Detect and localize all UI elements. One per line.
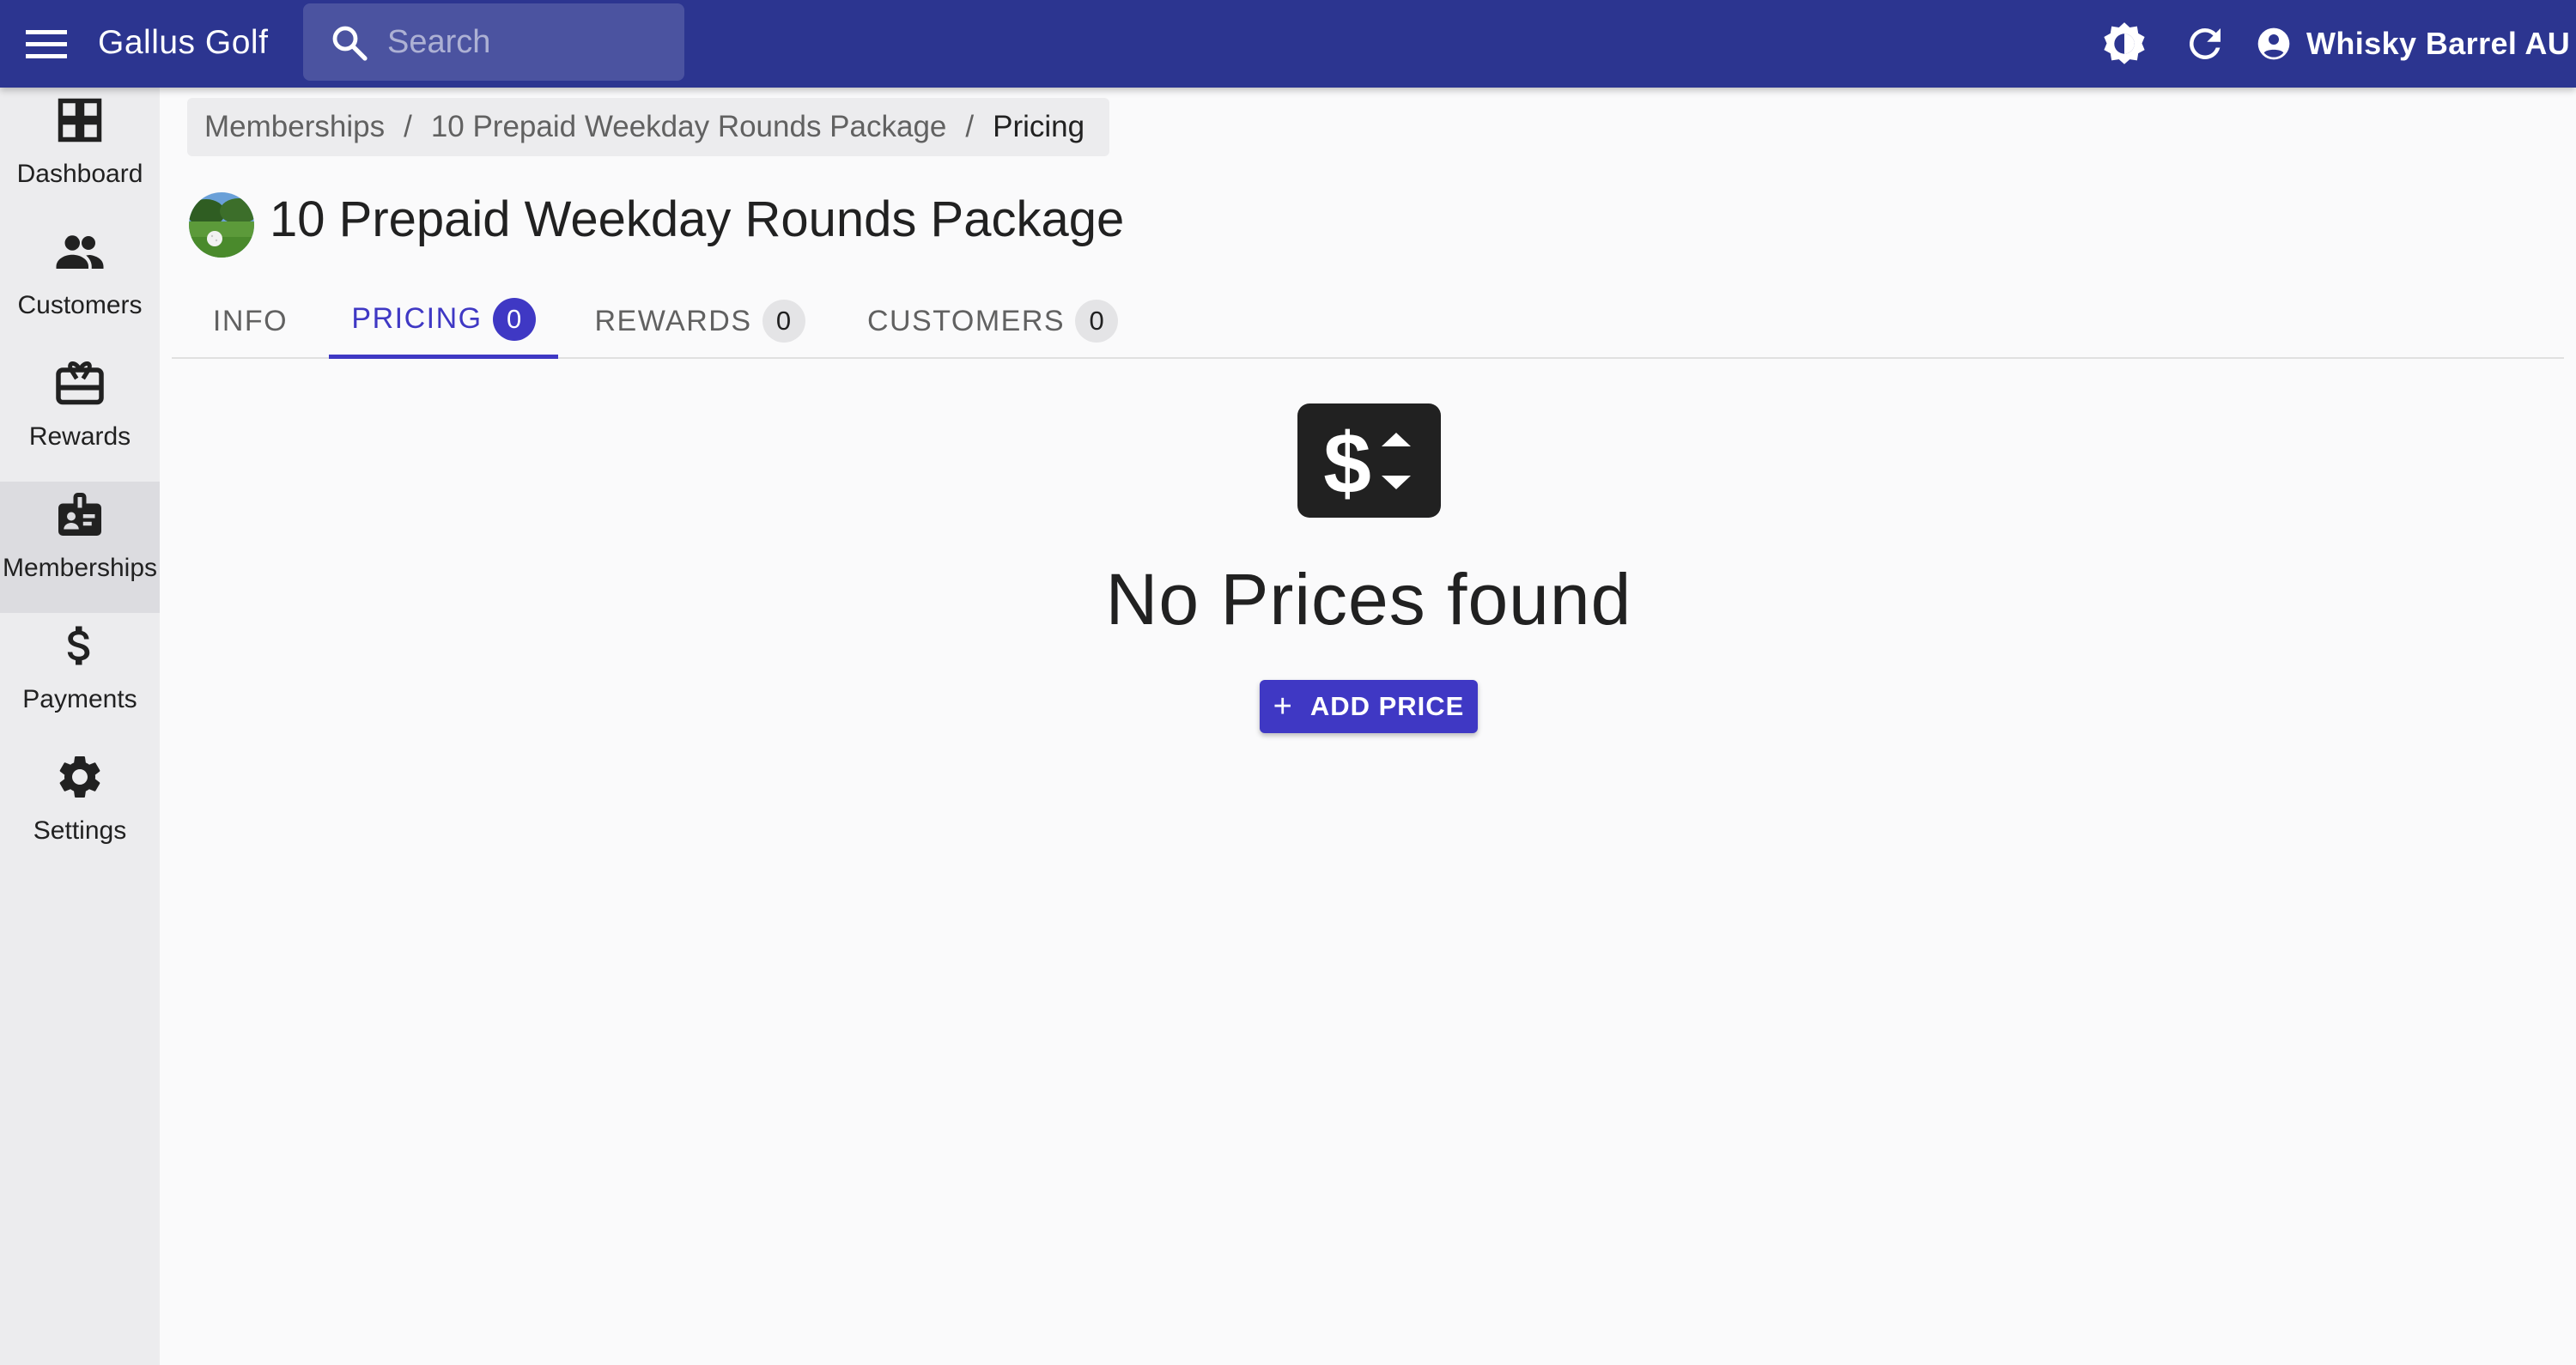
breadcrumb-link-package[interactable]: 10 Prepaid Weekday Rounds Package — [431, 110, 947, 144]
golf-course-image — [189, 192, 254, 258]
account-name: Whisky Barrel AU — [2306, 26, 2571, 61]
app-title: Gallus Golf — [98, 24, 269, 61]
breadcrumb-current: Pricing — [993, 110, 1085, 143]
people-icon — [56, 235, 104, 269]
page-title: 10 Prepaid Weekday Rounds Package — [270, 191, 1125, 247]
tab-pricing[interactable]: PRICING 0 — [329, 283, 558, 359]
tab-bar: INFO PRICING 0 REWARDS 0 CUSTOMERS 0 — [172, 283, 2564, 359]
svg-text:$: $ — [1323, 416, 1371, 512]
app-bar: Gallus Golf Whisky Barrel AU — [0, 0, 2576, 88]
rewards-count-badge: 0 — [762, 300, 805, 343]
tab-label: CUSTOMERS — [866, 304, 1066, 337]
refresh-icon[interactable] — [2182, 21, 2228, 67]
tab-label: INFO — [212, 304, 289, 337]
search-input[interactable] — [387, 3, 671, 81]
sidebar-item-label: Dashboard — [16, 160, 143, 188]
sidebar-item-label: Memberships — [2, 554, 158, 582]
tab-label: PRICING — [351, 302, 483, 335]
tab-rewards[interactable]: REWARDS 0 — [571, 283, 829, 359]
sidebar: Dashboard Customers Rewards Memberships — [0, 88, 160, 1365]
sidebar-item-label: Settings — [33, 816, 127, 845]
add-price-button[interactable]: + ADD PRICE — [1260, 680, 1478, 733]
gear-icon — [59, 756, 100, 798]
breadcrumb: Memberships / 10 Prepaid Weekday Rounds … — [187, 98, 1109, 156]
gift-card-icon — [56, 361, 104, 405]
sidebar-item-label: Payments — [22, 685, 137, 713]
pricing-count-badge: 0 — [492, 297, 536, 341]
sidebar-item-dashboard[interactable]: Dashboard — [0, 88, 160, 219]
price-change-icon: $ — [1297, 403, 1441, 518]
menu-button[interactable] — [24, 23, 69, 64]
add-price-label: ADD PRICE — [1309, 691, 1465, 721]
dollar-icon — [67, 626, 90, 665]
empty-state-message: No Prices found — [1105, 559, 1632, 640]
tab-info[interactable]: INFO — [172, 283, 329, 359]
sidebar-item-label: Customers — [17, 291, 143, 319]
search-box[interactable] — [303, 3, 684, 81]
customers-count-badge: 0 — [1075, 300, 1119, 343]
sidebar-item-payments[interactable]: Payments — [0, 613, 160, 744]
tab-customers[interactable]: CUSTOMERS 0 — [829, 283, 1157, 359]
sidebar-item-settings[interactable]: Settings — [0, 744, 160, 876]
breadcrumb-link-memberships[interactable]: Memberships — [204, 110, 385, 144]
tab-label: REWARDS — [594, 304, 752, 337]
sidebar-item-rewards[interactable]: Rewards — [0, 350, 160, 482]
sidebar-item-memberships[interactable]: Memberships — [0, 482, 160, 613]
account-menu[interactable]: Whisky Barrel AU — [2257, 0, 2570, 88]
sidebar-item-customers[interactable]: Customers — [0, 219, 160, 350]
membership-avatar — [189, 192, 254, 258]
dashboard-icon — [58, 98, 102, 143]
sidebar-item-label: Rewards — [28, 422, 131, 451]
account-circle-icon — [2257, 27, 2290, 60]
menu-icon — [26, 30, 67, 58]
breadcrumb-separator: / — [965, 110, 975, 143]
plus-icon: + — [1273, 688, 1293, 725]
brightness-icon[interactable] — [2101, 21, 2148, 67]
breadcrumb-separator: / — [404, 110, 412, 143]
badge-icon — [58, 493, 101, 536]
search-icon — [332, 26, 368, 61]
